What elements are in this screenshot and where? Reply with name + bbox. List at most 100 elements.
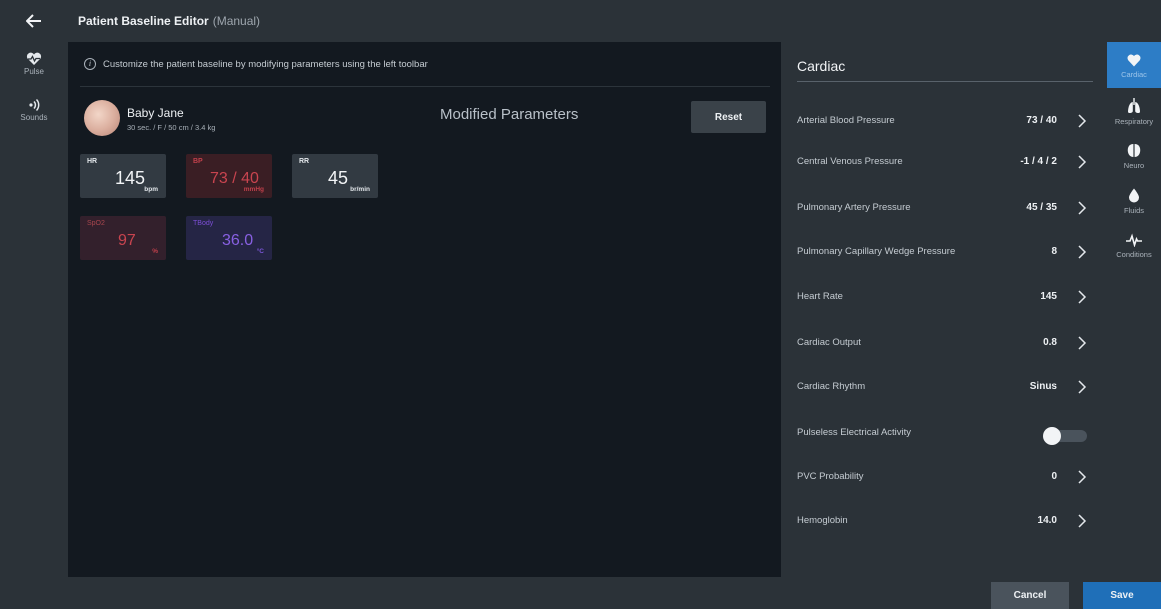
category-tab-label: Cardiac xyxy=(1121,70,1147,79)
droplet-icon xyxy=(1129,188,1139,203)
category-tab-label: Respiratory xyxy=(1114,117,1154,126)
param-name: Cardiac Rhythm xyxy=(797,381,866,392)
left-toolbar: Pulse Sounds xyxy=(0,42,68,577)
vital-label: HR xyxy=(87,158,98,165)
chevron-right-icon xyxy=(1078,245,1087,259)
lungs-icon xyxy=(1128,98,1140,114)
divider xyxy=(797,81,1093,82)
back-button[interactable] xyxy=(0,0,68,42)
param-row-pulmonary-artery-pressure[interactable]: Pulmonary Artery Pressure 45 / 35 xyxy=(781,189,1107,229)
divider xyxy=(80,86,770,87)
chevron-right-icon xyxy=(1078,380,1087,394)
patient-details: 30 sec. / F / 50 cm / 3.4 kg xyxy=(127,123,216,132)
sound-waves-icon xyxy=(29,98,40,112)
modified-parameters-title: Modified Parameters xyxy=(440,106,579,123)
left-toolbar-item-label: Sounds xyxy=(20,113,48,122)
chevron-right-icon xyxy=(1078,290,1087,304)
category-tab-cardiac[interactable]: Cardiac xyxy=(1107,42,1161,88)
page-title-mode: (Manual) xyxy=(212,14,261,28)
param-row-cardiac-output[interactable]: Cardiac Output 0.8 xyxy=(781,324,1107,364)
vital-tile-bp[interactable]: BP 73 / 40 mmHg xyxy=(186,154,272,198)
top-bar: Patient Baseline Editor (Manual) xyxy=(0,0,1161,42)
param-value: 145 xyxy=(1040,291,1057,302)
arrow-left-icon xyxy=(26,14,41,28)
vital-tile-hr[interactable]: HR 145 bpm xyxy=(80,154,166,198)
left-toolbar-item-pulse[interactable]: Pulse xyxy=(0,52,68,88)
page-title-text: Patient Baseline Editor xyxy=(78,14,209,28)
vital-unit: % xyxy=(152,248,158,255)
category-tab-respiratory[interactable]: Respiratory xyxy=(1107,90,1161,136)
heart-pulse-icon xyxy=(26,52,42,65)
toggle-knob xyxy=(1043,427,1061,445)
vital-unit: mmHg xyxy=(243,186,264,193)
info-icon: i xyxy=(84,58,96,70)
vital-unit: bpm xyxy=(144,186,158,193)
param-row-pulmonary-capillary-wedge-pressure[interactable]: Pulmonary Capillary Wedge Pressure 8 xyxy=(781,233,1107,273)
parameter-panel: Cardiac Arterial Blood Pressure 73 / 40 … xyxy=(781,42,1107,577)
category-rail: Cardiac Respiratory Neuro Fluids Conditi… xyxy=(1107,42,1161,577)
vital-value: 145 xyxy=(115,168,146,188)
param-value: 0 xyxy=(1051,471,1057,482)
param-value: 0.8 xyxy=(1043,337,1057,348)
param-row-central-venous-pressure[interactable]: Central Venous Pressure -1 / 4 / 2 xyxy=(781,143,1107,183)
panel-title: Cardiac xyxy=(797,58,846,74)
vital-unit: br/min xyxy=(350,186,370,193)
category-tab-label: Neuro xyxy=(1123,161,1145,170)
category-tab-neuro[interactable]: Neuro xyxy=(1107,136,1161,182)
param-row-pvc-probability[interactable]: PVC Probability 0 xyxy=(781,458,1107,498)
vital-tile-rr[interactable]: RR 45 br/min xyxy=(292,154,378,198)
category-tab-label: Conditions xyxy=(1116,250,1152,259)
patient-avatar xyxy=(84,100,120,136)
vital-label: SpO2 xyxy=(87,220,105,227)
category-tab-conditions[interactable]: Conditions xyxy=(1107,228,1161,274)
param-name: Pulmonary Capillary Wedge Pressure xyxy=(797,246,956,257)
param-name: Hemoglobin xyxy=(797,515,848,526)
param-name: Arterial Blood Pressure xyxy=(797,115,895,126)
brain-icon xyxy=(1127,144,1141,157)
bottom-bar: Cancel Save xyxy=(0,577,1161,609)
reset-button[interactable]: Reset xyxy=(691,101,766,133)
vital-value: 45 xyxy=(328,168,349,188)
chevron-right-icon xyxy=(1078,336,1087,350)
vital-label: RR xyxy=(299,158,310,165)
param-name: PVC Probability xyxy=(797,471,864,482)
vital-tile-spo2[interactable]: SpO2 97 % xyxy=(80,216,166,260)
left-toolbar-item-label: Pulse xyxy=(23,67,44,76)
chevron-right-icon xyxy=(1078,201,1087,215)
param-row-arterial-blood-pressure[interactable]: Arterial Blood Pressure 73 / 40 xyxy=(781,102,1107,142)
info-message: i Customize the patient baseline by modi… xyxy=(84,58,428,70)
param-row-heart-rate[interactable]: Heart Rate 145 xyxy=(781,278,1107,318)
save-button[interactable]: Save xyxy=(1083,582,1161,609)
param-value: -1 / 4 / 2 xyxy=(1020,156,1057,167)
cancel-button[interactable]: Cancel xyxy=(991,582,1069,609)
chevron-right-icon xyxy=(1078,114,1087,128)
pea-toggle[interactable] xyxy=(1043,427,1089,445)
param-name: Central Venous Pressure xyxy=(797,156,903,167)
param-name: Pulmonary Artery Pressure xyxy=(797,202,911,213)
pulse-line-icon xyxy=(1126,233,1142,247)
patient-name: Baby Jane xyxy=(127,106,184,120)
param-row-cardiac-rhythm[interactable]: Cardiac Rhythm Sinus xyxy=(781,368,1107,408)
param-value: 8 xyxy=(1051,246,1057,257)
vital-label: TBody xyxy=(193,220,214,227)
left-toolbar-item-sounds[interactable]: Sounds xyxy=(0,98,68,134)
param-name: Pulseless Electrical Activity xyxy=(797,427,912,438)
chevron-right-icon xyxy=(1078,514,1087,528)
param-name: Cardiac Output xyxy=(797,337,861,348)
category-tab-fluids[interactable]: Fluids xyxy=(1107,182,1161,228)
param-row-hemoglobin[interactable]: Hemoglobin 14.0 xyxy=(781,502,1107,542)
param-value: Sinus xyxy=(1029,381,1057,392)
param-value: 14.0 xyxy=(1037,515,1057,526)
info-text: Customize the patient baseline by modify… xyxy=(103,58,428,70)
param-value: 45 / 35 xyxy=(1026,202,1057,213)
vital-value: 97 xyxy=(118,232,136,249)
category-tab-label: Fluids xyxy=(1123,206,1144,215)
vital-unit: °C xyxy=(256,248,264,255)
page-title: Patient Baseline Editor (Manual) xyxy=(78,14,260,28)
param-row-pulseless-electrical-activity: Pulseless Electrical Activity xyxy=(781,414,1107,454)
vital-label: BP xyxy=(193,158,203,165)
main-area: i Customize the patient baseline by modi… xyxy=(68,42,781,577)
param-value: 73 / 40 xyxy=(1026,115,1057,126)
chevron-right-icon xyxy=(1078,155,1087,169)
vital-tile-tbody[interactable]: TBody 36.0 °C xyxy=(186,216,272,260)
